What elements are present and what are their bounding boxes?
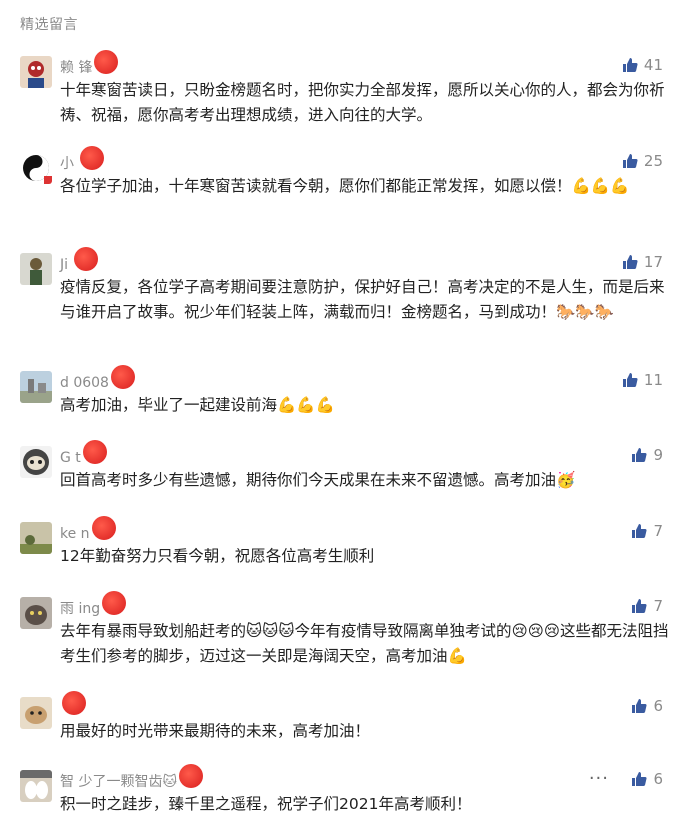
redaction-blot (80, 146, 105, 170)
thumbs-up-icon (632, 699, 647, 713)
like-button[interactable]: 11 (622, 371, 663, 389)
avatar[interactable] (20, 253, 52, 285)
like-count: 7 (653, 522, 663, 540)
like-button[interactable]: 41 (622, 56, 663, 74)
avatar[interactable] (20, 152, 52, 184)
comment-text: 用最好的时光带来最期待的未来，高考加油！ (60, 722, 371, 740)
comment-text: 回首高考时多少有些遗憾，期待你们今天成果在未来不留遗憾。高考加油🥳 (60, 471, 576, 489)
thumbs-up-icon (632, 524, 647, 538)
commenter-name: d 0608 (60, 365, 137, 391)
section-title: 精选留言 (20, 17, 78, 33)
thumbs-up-icon (622, 58, 638, 72)
thumbs-up-icon (622, 255, 638, 269)
comment-text: 12年勤奋努力只看今朝，祝愿各位高考生顺利 (60, 547, 375, 565)
comment-text: 十年寒窗苦读日，只盼金榜题名时，把你实力全部发挥，愿所以关心你的人，都会为你祈祷… (60, 81, 665, 124)
thumbs-up-icon (632, 599, 647, 613)
comment-text: 去年有暴雨导致划船赶考的🐱🐱🐱今年有疫情导致隔离单独考试的😢😢😢这些都无法阻挡考… (60, 622, 669, 665)
avatar[interactable] (20, 597, 52, 629)
thumbs-up-icon (632, 772, 647, 786)
like-count: 6 (653, 770, 663, 788)
redaction-blot (102, 591, 127, 615)
commenter-name: Ji (60, 247, 100, 273)
redaction-blot (110, 365, 135, 389)
redaction-blot (179, 764, 204, 788)
more-options-button[interactable]: ··· (589, 770, 609, 788)
like-count: 25 (643, 152, 663, 170)
like-button[interactable]: 9 (631, 446, 663, 464)
avatar[interactable] (20, 56, 52, 88)
like-button[interactable]: 17 (622, 253, 663, 271)
thumbs-up-icon (622, 373, 638, 387)
avatar[interactable] (20, 446, 52, 478)
like-count: 6 (653, 697, 663, 715)
redaction-blot (74, 247, 99, 271)
commenter-name (60, 691, 88, 715)
like-count: 11 (643, 371, 663, 389)
commenter-name: 小 (60, 146, 106, 172)
redaction-blot (62, 691, 86, 715)
like-button[interactable]: 6 (631, 770, 663, 788)
avatar[interactable] (20, 522, 52, 554)
thumbs-up-icon (622, 154, 638, 168)
redaction-blot (94, 50, 119, 74)
redaction-blot (91, 516, 116, 540)
avatar[interactable] (20, 371, 52, 403)
commenter-name: G t (60, 440, 109, 466)
comment-text: 疫情反复，各位学子高考期间要注意防护，保护好自己！高考决定的不是人生，而是后来与… (60, 278, 665, 321)
commenter-name: 智 少了一颗智齿🐱 (60, 764, 205, 790)
like-button[interactable]: 6 (631, 697, 663, 715)
comment-text: 高考加油，毕业了一起建设前海💪💪💪 (60, 396, 335, 414)
like-count: 17 (643, 253, 663, 271)
comment-text: 积一时之跬步，臻千里之遥程，祝学子们2021年高考顺利！ (60, 795, 472, 813)
commenter-name: ke n (60, 516, 118, 542)
like-count: 9 (653, 446, 663, 464)
like-button[interactable]: 25 (622, 152, 663, 170)
thumbs-up-icon (632, 448, 647, 462)
avatar[interactable] (20, 697, 52, 729)
comment-text: 各位学子加油，十年寒窗苦读就看今朝，愿你们都能正常发挥，如愿以偿！💪💪💪 (60, 177, 630, 195)
like-count: 41 (643, 56, 663, 74)
like-button[interactable]: 7 (631, 597, 663, 615)
commenter-name: 雨 ing (60, 591, 128, 617)
like-button[interactable]: 7 (631, 522, 663, 540)
commenter-name: 赖 锋 (60, 50, 120, 76)
like-count: 7 (653, 597, 663, 615)
avatar[interactable] (20, 770, 52, 802)
redaction-blot (82, 440, 107, 464)
